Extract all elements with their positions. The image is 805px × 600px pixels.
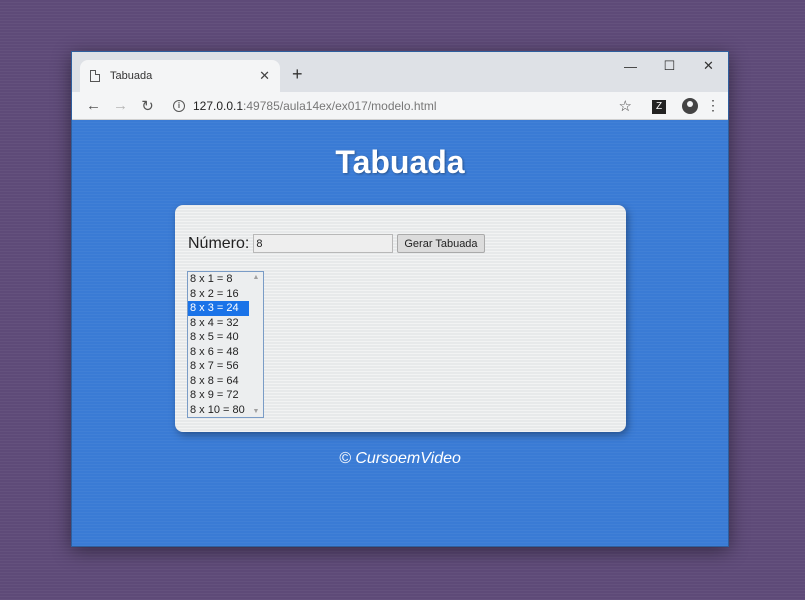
tab-tabuada[interactable]: Tabuada ✕ [80, 60, 280, 92]
list-item[interactable]: 8 x 8 = 64 [188, 374, 249, 389]
tab-title: Tabuada [110, 70, 153, 82]
extension-label: Z [652, 100, 666, 114]
maximize-button[interactable]: ☐ [650, 52, 689, 80]
document-icon [90, 70, 100, 82]
number-input[interactable] [253, 234, 394, 253]
url-path: :49785/aula14ex/ex017/modelo.html [243, 98, 437, 113]
new-tab-button[interactable]: + [292, 64, 303, 85]
list-item[interactable]: 8 x 4 = 32 [188, 316, 249, 331]
tab-close-icon[interactable]: ✕ [259, 68, 270, 84]
list-scrollbar[interactable]: ▲ ▼ [249, 272, 263, 417]
bookmark-star-icon[interactable]: ☆ [619, 97, 632, 115]
profile-avatar-icon[interactable] [682, 97, 698, 114]
address-bar[interactable]: i 127.0.0.1:49785/aula14ex/ex017/modelo.… [167, 94, 638, 117]
footer-credit: © CursoemVideo [339, 450, 461, 467]
minimize-button[interactable]: — [611, 52, 650, 80]
url-host: 127.0.0.1 [193, 98, 244, 113]
forward-button[interactable]: → [107, 97, 134, 114]
multiplication-table-list[interactable]: 8 x 1 = 8 8 x 2 = 16 8 x 3 = 24 8 x 4 = … [187, 271, 264, 418]
list-item[interactable]: 8 x 6 = 48 [188, 345, 249, 360]
browser-toolbar: ← → ↻ i 127.0.0.1:49785/aula14ex/ex017/m… [72, 92, 728, 120]
tab-bar: Tabuada ✕ + — ☐ ✕ [72, 52, 728, 92]
list-item[interactable]: 8 x 10 = 80 [188, 403, 249, 418]
page-title: Tabuada [335, 144, 465, 180]
back-button[interactable]: ← [80, 97, 107, 114]
window-controls: — ☐ ✕ [611, 52, 728, 80]
number-label: Número: [188, 234, 250, 252]
reload-button[interactable]: ↻ [134, 97, 161, 115]
list-item[interactable]: 8 x 5 = 40 [188, 330, 249, 345]
list-item[interactable]: 8 x 9 = 72 [188, 388, 249, 403]
scroll-up-icon[interactable]: ▲ [253, 274, 260, 281]
list-item[interactable]: 8 x 7 = 56 [188, 359, 249, 374]
list-item-selected[interactable]: 8 x 3 = 24 [188, 301, 249, 316]
form-card: Número: Gerar Tabuada 8 x 1 = 8 8 x 2 = … [175, 205, 626, 432]
extension-icon[interactable]: Z [644, 97, 674, 114]
info-icon[interactable]: i [173, 99, 185, 112]
browser-window: Tabuada ✕ + — ☐ ✕ ← → ↻ i 127.0.0.1:4978… [71, 51, 729, 547]
generate-table-button[interactable]: Gerar Tabuada [397, 234, 485, 253]
scroll-down-icon[interactable]: ▼ [253, 408, 260, 415]
list-item[interactable]: 8 x 1 = 8 [188, 272, 249, 287]
number-row: Número: Gerar Tabuada [188, 234, 485, 253]
list-item[interactable]: 8 x 2 = 16 [188, 287, 249, 302]
close-window-button[interactable]: ✕ [689, 52, 728, 80]
browser-menu-icon[interactable]: ⋮ [706, 97, 720, 114]
page-content: Tabuada Número: Gerar Tabuada 8 x 1 = 8 … [72, 120, 728, 546]
